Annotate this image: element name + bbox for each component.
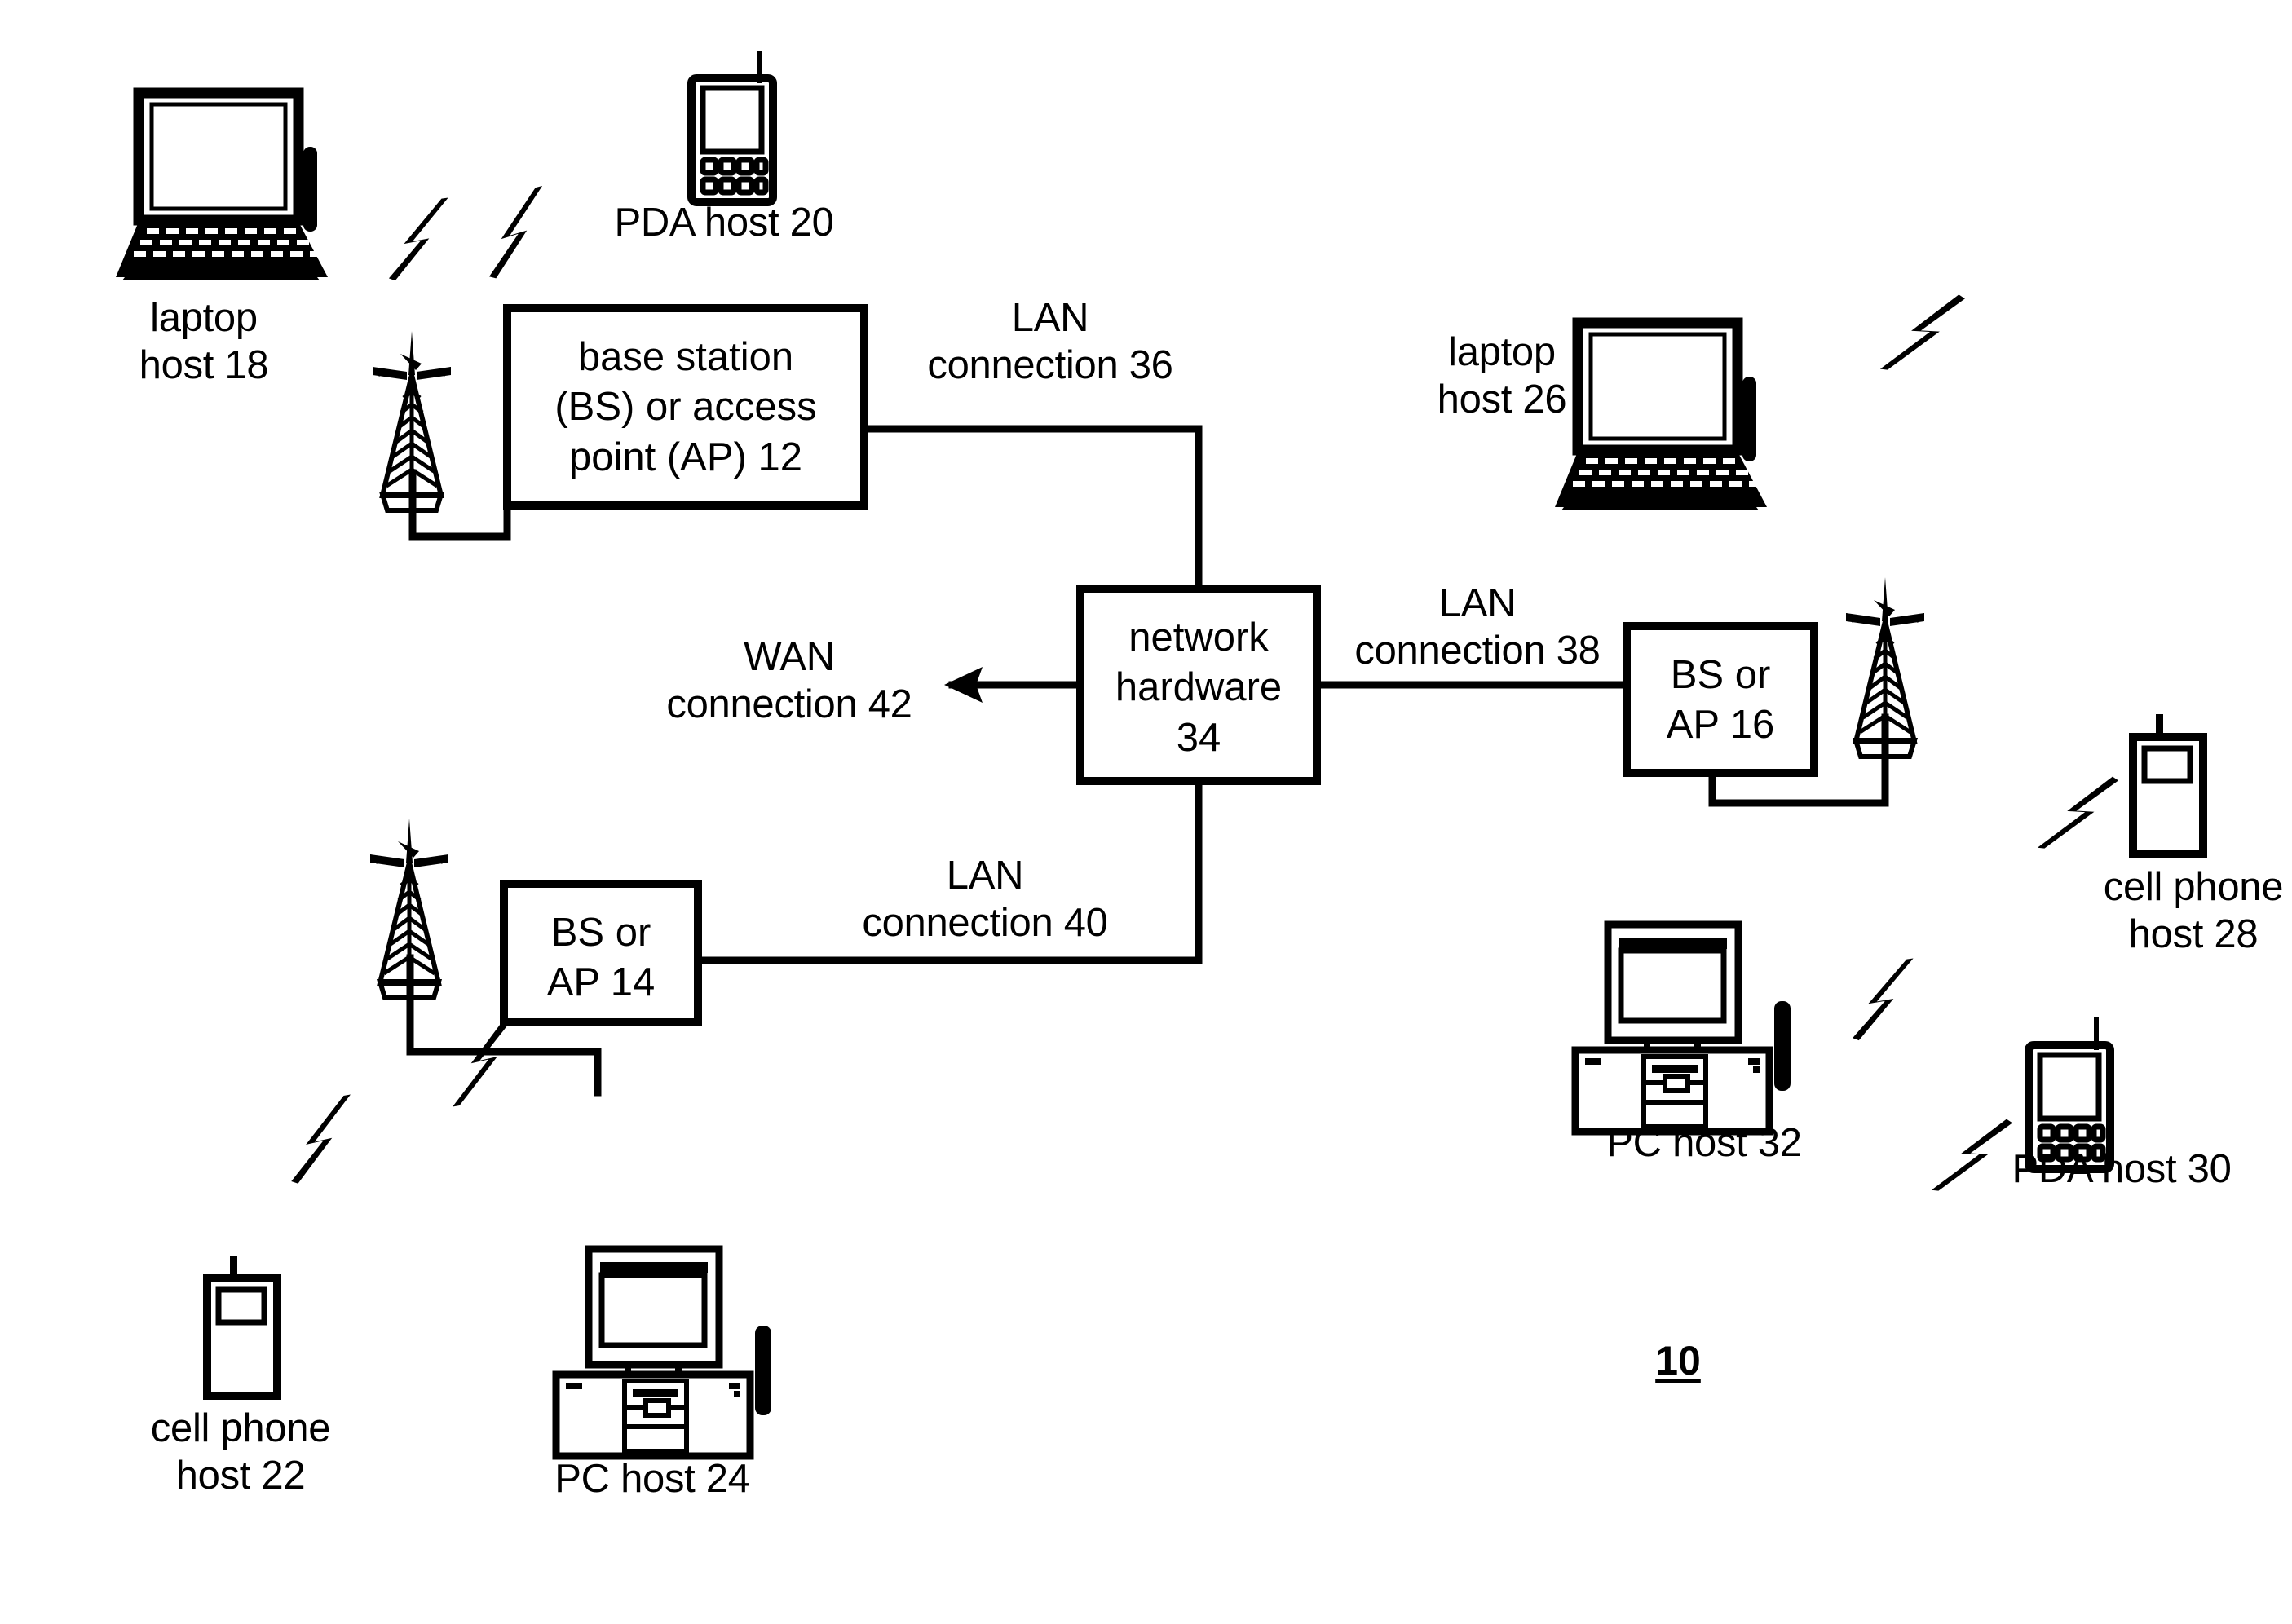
box-label-bs-ap-16: BS or AP 16 (1666, 653, 1775, 748)
host-label-pc-24: PC host 24 (554, 1457, 750, 1501)
antenna-tower-icon-12 (373, 331, 451, 510)
host-label-laptop-26: laptop host 26 (1437, 330, 1567, 421)
lightning-bolt-icon-pda30 (1931, 1103, 2013, 1208)
antenna-tower-icon-14 (370, 819, 448, 998)
host-label-pda-30: PDA host 30 (2012, 1147, 2232, 1191)
desktop-pc-icon-32 (1575, 925, 1791, 1132)
box-label-network-hardware-34: network hardware 34 (1115, 616, 1283, 760)
lightning-bolt-icon-cell28 (2037, 761, 2119, 866)
pda-icon-20 (691, 51, 773, 202)
cellphone-icon-28 (2133, 714, 2203, 854)
cellphone-icon-22 (207, 1256, 277, 1396)
host-label-cellphone-22: cell phone host 22 (150, 1406, 331, 1498)
lightning-bolt-icon-pda20 (489, 186, 543, 279)
lightning-bolt-icon-pc32 (1852, 952, 1914, 1046)
figure-number: 10 (1655, 1338, 1701, 1383)
desktop-pc-icon-24 (556, 1249, 771, 1456)
antenna-tower-icon-16 (1846, 577, 1924, 757)
host-label-pc-32: PC host 32 (1606, 1121, 1802, 1165)
laptop-icon-26 (1555, 323, 1767, 510)
wire-lan-36 (860, 425, 1203, 593)
box-label-bs-ap-14: BS or AP 14 (546, 911, 656, 1005)
box-label-bs-ap-12: base station (BS) or access point (AP) 1… (554, 335, 817, 479)
connection-label-lan-40: LAN connection 40 (862, 854, 1108, 945)
connection-label-lan-36: LAN connection 36 (927, 296, 1173, 387)
diagram-canvas (0, 0, 2292, 1624)
host-label-cellphone-28: cell phone host 28 (2103, 865, 2284, 956)
wire-bs12-tower (408, 469, 511, 541)
lightning-bolt-icon-pc24 (453, 1014, 512, 1110)
connection-label-lan-38: LAN connection 38 (1354, 581, 1601, 673)
connection-label-wan-42: WAN connection 42 (666, 635, 912, 726)
host-label-pda-20: PDA host 20 (614, 201, 834, 245)
lightning-bolt-icon-cell22 (291, 1091, 351, 1187)
lightning-bolt-icon-laptop26 (1879, 278, 1966, 388)
lightning-bolt-icon-laptop18 (388, 192, 448, 285)
host-label-laptop-18: laptop host 18 (139, 296, 269, 387)
patent-figure: base station (BS) or access point (AP) 1… (0, 0, 2292, 1624)
laptop-icon-18 (116, 93, 328, 280)
